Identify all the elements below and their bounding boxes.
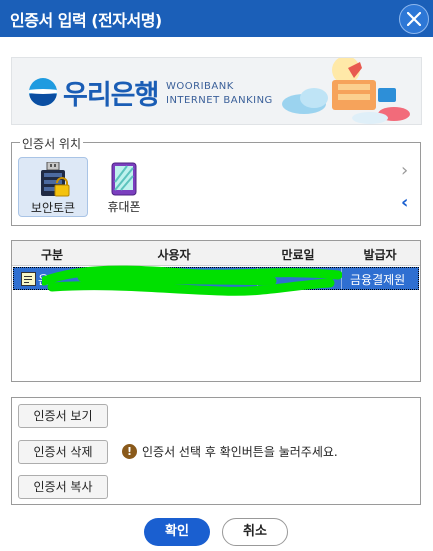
certificate-icon [21,272,36,286]
title-bar: 인증서 입력 (전자서명) [0,0,433,37]
warning-icon: ! [122,444,137,459]
banner-illustration [282,58,410,124]
usb-token-lock-icon [41,162,70,197]
close-button[interactable] [399,4,429,34]
certificate-location-legend: 인증서 위치 [20,135,84,152]
selection-notice: ! 인증서 선택 후 확인버튼을 눌러주세요. [122,443,338,460]
device-label: 보안토큰 [30,201,76,215]
certificate-location-group: 인증서 위치 보안토큰 휴대폰 › ‹ [11,135,421,226]
redaction-scribble [42,265,342,296]
woori-logo-icon [29,78,57,106]
bank-brand-name: 우리은행 [63,80,159,111]
mobile-phone-icon [111,162,137,196]
column-header-issuer[interactable]: 발급자 [340,246,420,263]
previous-devices-arrow[interactable]: ‹ [401,194,408,212]
view-certificate-button[interactable]: 인증서 보기 [18,404,108,428]
close-icon [407,12,421,26]
device-label: 휴대폰 [107,200,141,214]
bank-banner: 우리은행 WOORIBANK INTERNET BANKING [11,57,422,125]
confirm-button[interactable]: 확인 [144,518,210,546]
certificate-actions-panel: 인증서 보기 인증서 삭제 인증서 복사 ! 인증서 선택 후 확인버튼을 눌러주… [11,397,421,505]
device-mobile-phone[interactable]: 휴대폰 [90,157,158,215]
delete-certificate-button[interactable]: 인증서 삭제 [18,440,108,464]
bank-english-name: WOORIBANK [166,81,234,92]
device-security-token[interactable]: 보안토큰 [18,157,88,217]
next-devices-arrow[interactable]: › [401,162,408,180]
cancel-button[interactable]: 취소 [222,518,288,546]
certificate-list[interactable]: 구분 사용자 만료일 발급자 은 금융결제원 [11,240,421,382]
bank-service-name: INTERNET BANKING [166,95,273,106]
selection-notice-text: 인증서 선택 후 확인버튼을 눌러주세요. [142,445,338,459]
certificate-issuer: 금융결제원 [350,273,406,287]
window-title: 인증서 입력 (전자서명) [10,11,162,30]
copy-certificate-button[interactable]: 인증서 복사 [18,475,108,499]
